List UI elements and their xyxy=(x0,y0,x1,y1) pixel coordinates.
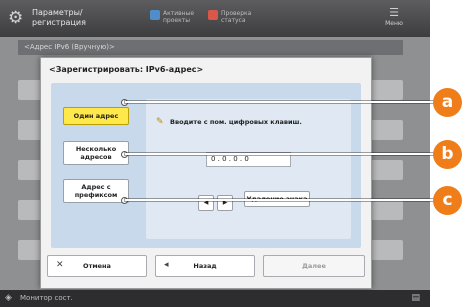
dialog-footer: ✕ Отмена ◂ Назад Далее xyxy=(47,255,365,279)
cursor-left-button[interactable]: ◀ xyxy=(198,195,214,211)
top-item-status[interactable]: Проверка статуса xyxy=(208,10,261,24)
callout-a-badge: a xyxy=(433,88,462,117)
callout-a-line xyxy=(125,101,435,103)
background-header: <Адрес IPv6 (Вручную)> xyxy=(18,40,403,55)
next-button[interactable]: Далее xyxy=(263,255,365,277)
next-label: Далее xyxy=(302,262,326,270)
status-bar: ◈ Монитор сост. ▤ xyxy=(0,290,430,307)
callout-c-badge: c xyxy=(433,186,462,215)
jobs-icon xyxy=(150,10,160,20)
single-address-button[interactable]: Один адрес xyxy=(63,107,129,125)
top-item-status-label: Проверка статуса xyxy=(221,10,252,24)
callout-c-line xyxy=(125,199,435,201)
register-ipv6-dialog: <Зарегистрировать: IPv6-адрес> Один адре… xyxy=(40,57,372,289)
cancel-label: Отмена xyxy=(83,262,111,270)
menu-icon: ☰ xyxy=(389,6,399,19)
prefix-address-button[interactable]: Адрес с префиксом xyxy=(63,179,129,203)
top-bar: ⚙ Параметры/ регистрация Активные проект… xyxy=(0,0,430,37)
top-item-jobs-label: Активные проекты xyxy=(163,10,195,24)
gear-icon[interactable]: ⚙ xyxy=(8,9,26,27)
menu-label: Меню xyxy=(385,20,403,27)
close-icon: ✕ xyxy=(56,260,64,270)
pencil-icon: ✎ xyxy=(156,117,164,127)
multiple-addresses-button[interactable]: Несколько адресов xyxy=(63,141,129,165)
dialog-content: Один адрес Несколько адресов Адрес с пре… xyxy=(51,83,361,248)
input-hint: Вводите с пом. цифровых клавиш. xyxy=(170,118,302,126)
back-button[interactable]: ◂ Назад xyxy=(155,255,255,277)
cancel-button[interactable]: ✕ Отмена xyxy=(47,255,147,277)
menu-button[interactable]: ☰ Меню xyxy=(383,6,405,30)
top-title[interactable]: Параметры/ регистрация xyxy=(32,8,87,28)
cursor-right-button[interactable]: ▶ xyxy=(217,195,233,211)
status-monitor-link[interactable]: Монитор сост. xyxy=(20,290,73,307)
dialog-title: <Зарегистрировать: IPv6-адрес> xyxy=(49,65,204,74)
back-label: Назад xyxy=(193,262,217,270)
status-icon xyxy=(208,10,218,20)
callout-b-badge: b xyxy=(433,140,462,169)
callout-b-line xyxy=(125,153,435,155)
monitor-icon: ◈ xyxy=(5,293,12,303)
back-arrow-icon: ◂ xyxy=(164,260,169,270)
top-item-jobs[interactable]: Активные проекты xyxy=(150,10,203,24)
chat-icon[interactable]: ▤ xyxy=(411,290,420,307)
input-panel: ✎ Вводите с пом. цифровых клавиш. 0 . 0 … xyxy=(146,99,351,239)
